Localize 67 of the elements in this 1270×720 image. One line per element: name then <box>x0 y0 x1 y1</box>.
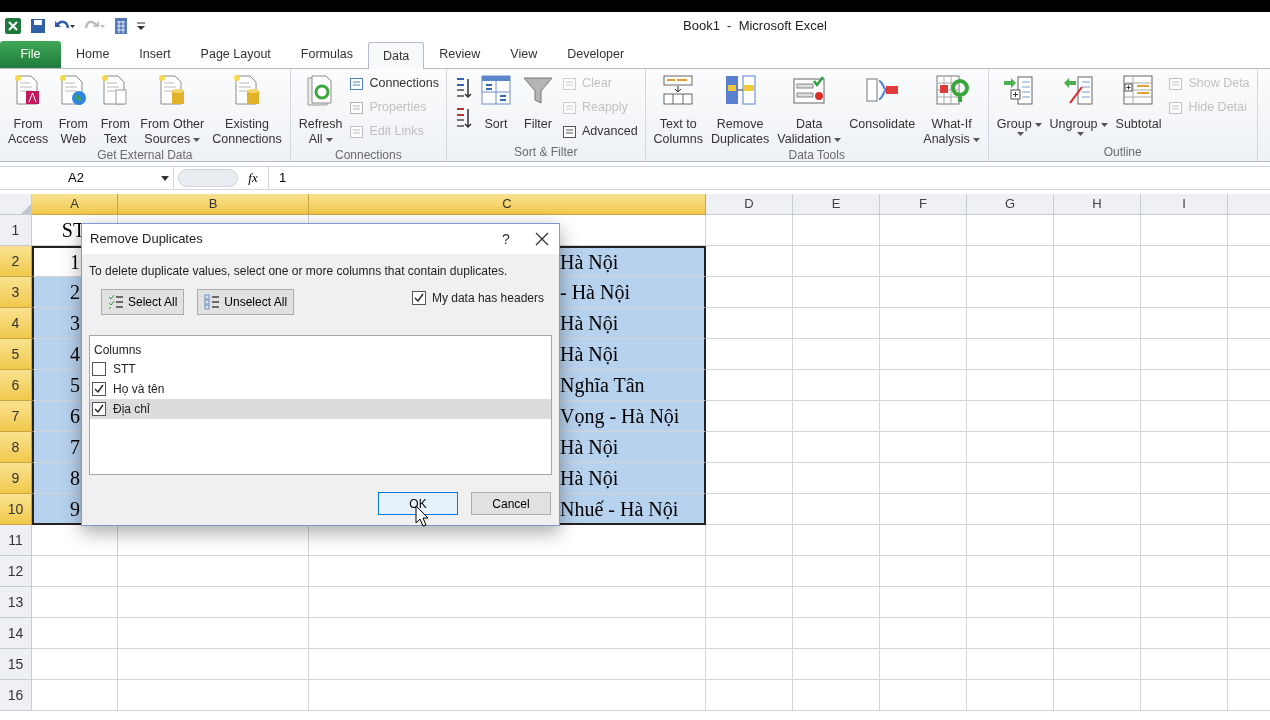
group-label: Outline <box>1102 144 1143 161</box>
row-header[interactable]: 13 <box>0 587 32 618</box>
row-header[interactable]: 12 <box>0 556 32 587</box>
column-header[interactable]: B <box>118 194 309 215</box>
ok-button[interactable]: OK <box>378 492 458 515</box>
column-header[interactable]: I <box>1141 194 1228 215</box>
select-all-button[interactable]: Select All <box>101 289 185 315</box>
ribbon-button[interactable]: Sort <box>475 71 517 132</box>
ribbon-button[interactable]: From Other Sources <box>136 71 209 147</box>
unselect-all-button[interactable]: Unselect All <box>197 289 295 315</box>
ribbon-button[interactable]: Group <box>992 71 1046 136</box>
row-header[interactable]: 5 <box>0 339 32 370</box>
column-header[interactable]: E <box>793 194 880 215</box>
ribbon-button[interactable]: Data Validation <box>773 71 846 147</box>
ribbon-tab[interactable]: Home <box>61 41 125 68</box>
row-header[interactable]: 4 <box>0 308 32 339</box>
ribbon-tab[interactable]: Developer <box>552 41 640 68</box>
ribbon-tab[interactable]: Data <box>367 42 425 69</box>
ribbon-small-button[interactable]: Advanced <box>562 122 638 141</box>
row-header[interactable]: 6 <box>0 370 32 401</box>
row-header[interactable]: 15 <box>0 649 32 680</box>
checkbox-label: My data has headers <box>431 290 544 307</box>
row-header[interactable]: 14 <box>0 618 32 649</box>
row-header[interactable]: 7 <box>0 401 32 432</box>
ribbon-tab[interactable]: View <box>495 41 553 68</box>
column-option[interactable]: Địa chỉ <box>90 399 551 419</box>
ribbon-button[interactable]: Existing Connections <box>208 71 286 147</box>
cancel-button[interactable]: Cancel <box>471 492 551 515</box>
row-header[interactable]: 16 <box>0 680 32 711</box>
group-label: Data Tools <box>787 147 846 164</box>
column-header[interactable]: D <box>706 194 793 215</box>
column-header[interactable]: A <box>32 194 118 215</box>
column-header[interactable]: F <box>880 194 967 215</box>
ribbon-tab[interactable]: Page Layout <box>185 41 286 68</box>
row-header[interactable]: 8 <box>0 432 32 463</box>
ribbon-button[interactable]: From Access <box>4 71 53 147</box>
formula-field[interactable]: 1 <box>268 167 1270 189</box>
ribbon-button[interactable]: Subtotal <box>1111 71 1166 132</box>
ribbon-button[interactable]: From Text <box>94 71 137 147</box>
column-header[interactable]: C <box>309 194 706 215</box>
ribbon-button[interactable]: What-If Analysis <box>919 71 984 147</box>
ribbon-button[interactable]: Consolidate <box>845 71 920 132</box>
row-header[interactable]: 3 <box>0 277 32 308</box>
row-header[interactable]: 2 <box>0 246 32 277</box>
file-tab[interactable]: File <box>0 41 61 68</box>
name-box[interactable]: A2 <box>0 167 174 189</box>
ribbon-button[interactable]: Ungroup <box>1045 71 1112 136</box>
ribbon-button[interactable]: Remove Duplicates <box>706 71 774 147</box>
ribbon-button[interactable]: Filter <box>517 71 559 132</box>
function-button[interactable]: fx <box>238 168 268 188</box>
ribbon-tab[interactable]: Review <box>424 41 496 68</box>
column-header[interactable]: G <box>967 194 1054 215</box>
group-label: Get External Data <box>96 147 194 164</box>
row-header[interactable]: 9 <box>0 463 32 494</box>
row-header[interactable]: 1 <box>0 215 32 246</box>
column-header[interactable]: H <box>1054 194 1141 215</box>
ribbon-tab[interactable]: Formulas <box>285 41 368 68</box>
window-title: Book1 - Microsoft Excel <box>683 17 827 36</box>
row-header[interactable]: 10 <box>0 494 32 525</box>
group-label: Connections <box>334 147 403 164</box>
ribbon-button[interactable]: From Web <box>52 71 95 147</box>
ribbon-button[interactable]: Text to Columns <box>649 71 707 147</box>
row-header[interactable]: 11 <box>0 525 32 556</box>
ribbon-button[interactable]: Refresh All <box>294 71 347 147</box>
group-label: Sort & Filter <box>513 144 579 161</box>
ribbon-small-button[interactable]: Connections <box>349 74 439 93</box>
ribbon-tab[interactable]: Insert <box>124 41 186 68</box>
